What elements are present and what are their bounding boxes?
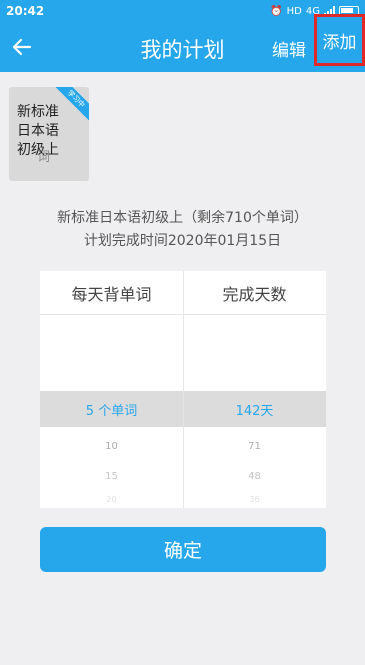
plan-finish-date: 计划完成时间2020年01月15日 <box>83 233 282 249</box>
daily-words-option[interactable]: 20 <box>40 495 183 504</box>
app-header: 我的计划 编辑 添加 <box>0 14 365 72</box>
status-bar: 20:42 ⏰ HD 4G <box>0 0 365 22</box>
daily-words-option[interactable]: 15 <box>40 471 183 482</box>
book-title-line: 日本语 <box>17 123 59 139</box>
status-time: 20:42 <box>6 4 45 18</box>
book-card[interactable]: 新标准 日本语 初级上 词 学习中 <box>9 87 89 181</box>
daily-words-wheel[interactable]: 5 个单词 <box>40 391 183 427</box>
confirm-button[interactable]: 确定 <box>40 527 326 572</box>
days-option[interactable]: 36 <box>183 495 326 504</box>
days-header: 完成天数 <box>183 271 326 315</box>
alarm-icon: ⏰ <box>270 5 283 17</box>
page-title: 我的计划 <box>140 38 225 62</box>
book-overlay-text: 词 <box>37 150 51 165</box>
days-wheel[interactable]: 142天 <box>183 391 326 427</box>
plan-remaining-text: 新标准日本语初级上（剩余710个单词） <box>57 210 308 226</box>
edit-button[interactable]: 编辑 <box>272 36 306 61</box>
days-option[interactable]: 71 <box>183 441 326 452</box>
plan-picker: 每天背单词 完成天数 5 个单词 142天 10 15 20 71 48 36 <box>40 271 326 508</box>
days-option[interactable]: 48 <box>183 471 326 482</box>
hd-icon: HD <box>286 5 302 17</box>
daily-words-header: 每天背单词 <box>40 271 183 315</box>
daily-words-option[interactable]: 10 <box>40 441 183 452</box>
book-title-line: 新标准 <box>17 104 59 120</box>
add-button[interactable]: 添加 <box>314 14 365 66</box>
